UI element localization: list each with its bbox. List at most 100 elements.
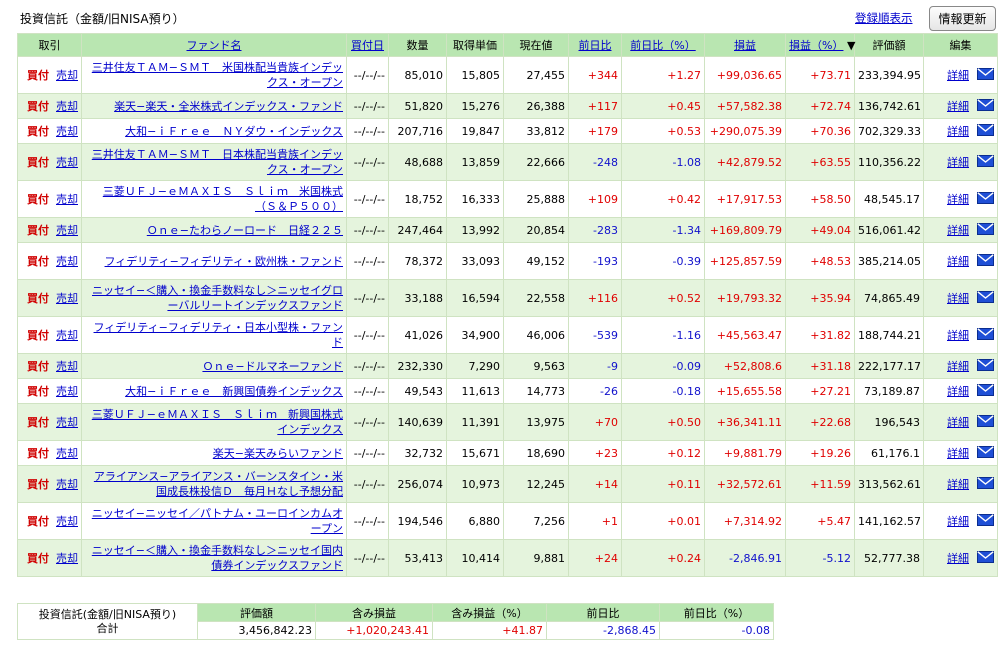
- sell-link[interactable]: 売却: [56, 255, 78, 268]
- detail-link[interactable]: 詳細: [947, 360, 969, 373]
- buy-link[interactable]: 買付: [27, 515, 49, 528]
- fund-name-link[interactable]: 三井住友ＴＡＭ−ＳＭＴ 日本株配当貴族インデックス・オープン: [92, 148, 343, 176]
- sell-link[interactable]: 売却: [56, 385, 78, 398]
- mail-icon[interactable]: [977, 328, 994, 343]
- buy-link[interactable]: 買付: [27, 416, 49, 429]
- col-day-change[interactable]: 前日比: [568, 33, 622, 57]
- detail-link[interactable]: 詳細: [947, 329, 969, 342]
- sell-link[interactable]: 売却: [56, 292, 78, 305]
- sell-link[interactable]: 売却: [56, 156, 78, 169]
- sell-link[interactable]: 売却: [56, 360, 78, 373]
- day-change-pct: -1.34: [621, 217, 705, 243]
- fund-name-link[interactable]: 楽天−楽天みらいファンド: [213, 447, 343, 460]
- detail-link[interactable]: 詳細: [947, 292, 969, 305]
- detail-link[interactable]: 詳細: [947, 255, 969, 268]
- sell-link[interactable]: 売却: [56, 125, 78, 138]
- fund-name-link[interactable]: アライアンス−アライアンス・バーンスタイン・米国成長株投信Ｄ 毎月Ｈなし予想分配: [94, 470, 343, 498]
- mail-icon[interactable]: [977, 359, 994, 374]
- buy-link[interactable]: 買付: [27, 447, 49, 460]
- fund-name-link[interactable]: 大和−ｉＦｒｅｅ 新興国債券インデックス: [125, 385, 343, 398]
- sell-link[interactable]: 売却: [56, 515, 78, 528]
- buy-link[interactable]: 買付: [27, 552, 49, 565]
- mail-icon[interactable]: [977, 68, 994, 83]
- detail-link[interactable]: 詳細: [947, 515, 969, 528]
- mail-icon[interactable]: [977, 291, 994, 306]
- edit-cell: 詳細: [923, 242, 998, 280]
- mail-icon[interactable]: [977, 514, 994, 529]
- detail-link[interactable]: 詳細: [947, 156, 969, 169]
- buy-link[interactable]: 買付: [27, 292, 49, 305]
- sort-fund-name-link[interactable]: ファンド名: [187, 39, 242, 52]
- detail-link[interactable]: 詳細: [947, 478, 969, 491]
- sell-link[interactable]: 売却: [56, 193, 78, 206]
- mail-icon[interactable]: [977, 124, 994, 139]
- buy-link[interactable]: 買付: [27, 224, 49, 237]
- fund-name-link[interactable]: 楽天−楽天・全米株式インデックス・ファンド: [114, 100, 343, 113]
- col-gain-pct[interactable]: 損益（%） ▼: [785, 33, 855, 57]
- buy-link[interactable]: 買付: [27, 156, 49, 169]
- mail-icon[interactable]: [977, 551, 994, 566]
- buy-link[interactable]: 買付: [27, 193, 49, 206]
- col-buy-date[interactable]: 買付日: [346, 33, 389, 57]
- mail-icon[interactable]: [977, 223, 994, 238]
- buy-link[interactable]: 買付: [27, 329, 49, 342]
- refresh-button[interactable]: 情報更新: [929, 6, 996, 31]
- fund-name-cell: 大和−ｉＦｒｅｅ 新興国債券インデックス: [81, 378, 347, 404]
- col-day-change-pct[interactable]: 前日比（%）: [621, 33, 705, 57]
- fund-name-link[interactable]: 大和−ｉＦｒｅｅ ＮＹダウ・インデックス: [125, 125, 343, 138]
- detail-link[interactable]: 詳細: [947, 193, 969, 206]
- mail-icon[interactable]: [977, 155, 994, 170]
- buy-link[interactable]: 買付: [27, 69, 49, 82]
- sell-link[interactable]: 売却: [56, 416, 78, 429]
- fund-name-link[interactable]: Ｏｎｅ−ドルマネーファンド: [202, 360, 343, 373]
- sell-link[interactable]: 売却: [56, 100, 78, 113]
- detail-link[interactable]: 詳細: [947, 224, 969, 237]
- sort-day-change-pct-link[interactable]: 前日比（%）: [630, 39, 695, 52]
- summary-header-day-change: 前日比: [546, 603, 660, 622]
- col-fund-name[interactable]: ファンド名: [81, 33, 347, 57]
- buy-link[interactable]: 買付: [27, 385, 49, 398]
- mail-icon[interactable]: [977, 446, 994, 461]
- buy-link[interactable]: 買付: [27, 100, 49, 113]
- sell-link[interactable]: 売却: [56, 329, 78, 342]
- fund-name-link[interactable]: ニッセイ−ニッセイ／パトナム・ユーロインカムオープン: [92, 507, 343, 535]
- buy-link[interactable]: 買付: [27, 478, 49, 491]
- col-gain[interactable]: 損益: [704, 33, 786, 57]
- sell-link[interactable]: 売却: [56, 224, 78, 237]
- sell-link[interactable]: 売却: [56, 69, 78, 82]
- sort-gain-link[interactable]: 損益: [734, 39, 756, 52]
- mail-icon[interactable]: [977, 192, 994, 207]
- fund-name-link[interactable]: ニッセイ−＜購入・換金手数料なし＞ニッセイ国内債券インデックスファンド: [92, 544, 343, 572]
- fund-name-link[interactable]: フィデリティ−フィデリティ・欧州株・ファンド: [105, 255, 343, 268]
- sell-link[interactable]: 売却: [56, 478, 78, 491]
- detail-link[interactable]: 詳細: [947, 552, 969, 565]
- fund-name-link[interactable]: 三菱ＵＦＪ−ｅＭＡＸＩＳ Ｓｌｉｍ 新興国株式インデックス: [92, 408, 343, 436]
- fund-name-link[interactable]: 三井住友ＴＡＭ−ＳＭＴ 米国株配当貴族インデックス・オープン: [92, 61, 343, 89]
- detail-link[interactable]: 詳細: [947, 69, 969, 82]
- fund-name-link[interactable]: Ｏｎｅ−たわらノーロード 日経２２５: [147, 224, 343, 237]
- sort-buy-date-link[interactable]: 買付日: [351, 39, 384, 52]
- buy-link[interactable]: 買付: [27, 125, 49, 138]
- sell-link[interactable]: 売却: [56, 552, 78, 565]
- mail-icon[interactable]: [977, 415, 994, 430]
- mail-icon[interactable]: [977, 384, 994, 399]
- current-price: 13,975: [503, 403, 569, 441]
- fund-name-link[interactable]: 三菱ＵＦＪ−ｅＭＡＸＩＳ Ｓｌｉｍ 米国株式（Ｓ＆Ｐ５００）: [103, 185, 343, 213]
- buy-link[interactable]: 買付: [27, 360, 49, 373]
- sort-gain-pct-link[interactable]: 損益（%）: [789, 39, 843, 52]
- mail-icon[interactable]: [977, 99, 994, 114]
- detail-link[interactable]: 詳細: [947, 100, 969, 113]
- sell-link[interactable]: 売却: [56, 447, 78, 460]
- fund-name-link[interactable]: フィデリティ−フィデリティ・日本小型株・ファンド: [94, 321, 343, 349]
- detail-link[interactable]: 詳細: [947, 416, 969, 429]
- mail-icon[interactable]: [977, 477, 994, 492]
- sort-day-change-link[interactable]: 前日比: [579, 39, 612, 52]
- current-price: 22,666: [503, 143, 569, 181]
- detail-link[interactable]: 詳細: [947, 447, 969, 460]
- registration-order-link[interactable]: 登録順表示: [855, 10, 913, 26]
- mail-icon[interactable]: [977, 254, 994, 269]
- detail-link[interactable]: 詳細: [947, 125, 969, 138]
- buy-link[interactable]: 買付: [27, 255, 49, 268]
- detail-link[interactable]: 詳細: [947, 385, 969, 398]
- fund-name-link[interactable]: ニッセイ−＜購入・換金手数料なし＞ニッセイグローバルリートインデックスファンド: [92, 284, 343, 312]
